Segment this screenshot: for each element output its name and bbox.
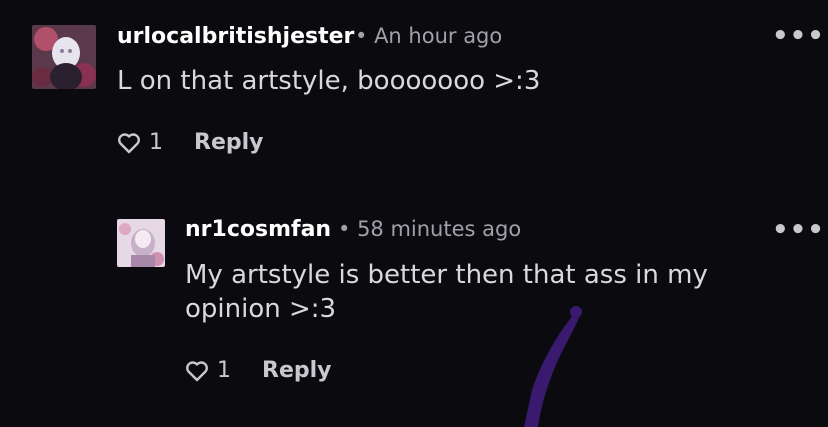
more-options-icon[interactable]: ••• — [772, 23, 825, 49]
timestamp: • An hour ago — [355, 24, 502, 48]
like-button[interactable]: 1 — [185, 358, 231, 383]
like-count: 1 — [149, 130, 163, 155]
username[interactable]: nr1cosmfan — [185, 217, 331, 242]
heart-icon — [186, 360, 208, 381]
comment-thread: urlocalbritishjester • An hour ago ••• L… — [0, 0, 828, 427]
decorative-stroke — [524, 306, 582, 427]
more-options-icon[interactable]: ••• — [772, 217, 825, 243]
separator-dot: • — [338, 217, 358, 241]
reply-button[interactable]: Reply — [262, 358, 332, 383]
like-button[interactable]: 1 — [117, 130, 163, 155]
timestamp-text: 58 minutes ago — [357, 217, 522, 241]
comment-body: L on that artstyle, booooooo >:3 — [117, 66, 541, 96]
reply-button[interactable]: Reply — [194, 130, 264, 155]
separator-dot: • — [355, 24, 375, 48]
like-count: 1 — [217, 358, 231, 383]
heart-icon — [118, 132, 140, 153]
timestamp-text: An hour ago — [374, 24, 503, 48]
avatar[interactable] — [32, 25, 96, 89]
avatar[interactable] — [117, 219, 165, 267]
comment-body: My artstyle is better then that ass in m… — [185, 260, 708, 324]
username[interactable]: urlocalbritishjester — [117, 24, 354, 49]
timestamp: • 58 minutes ago — [338, 217, 521, 241]
